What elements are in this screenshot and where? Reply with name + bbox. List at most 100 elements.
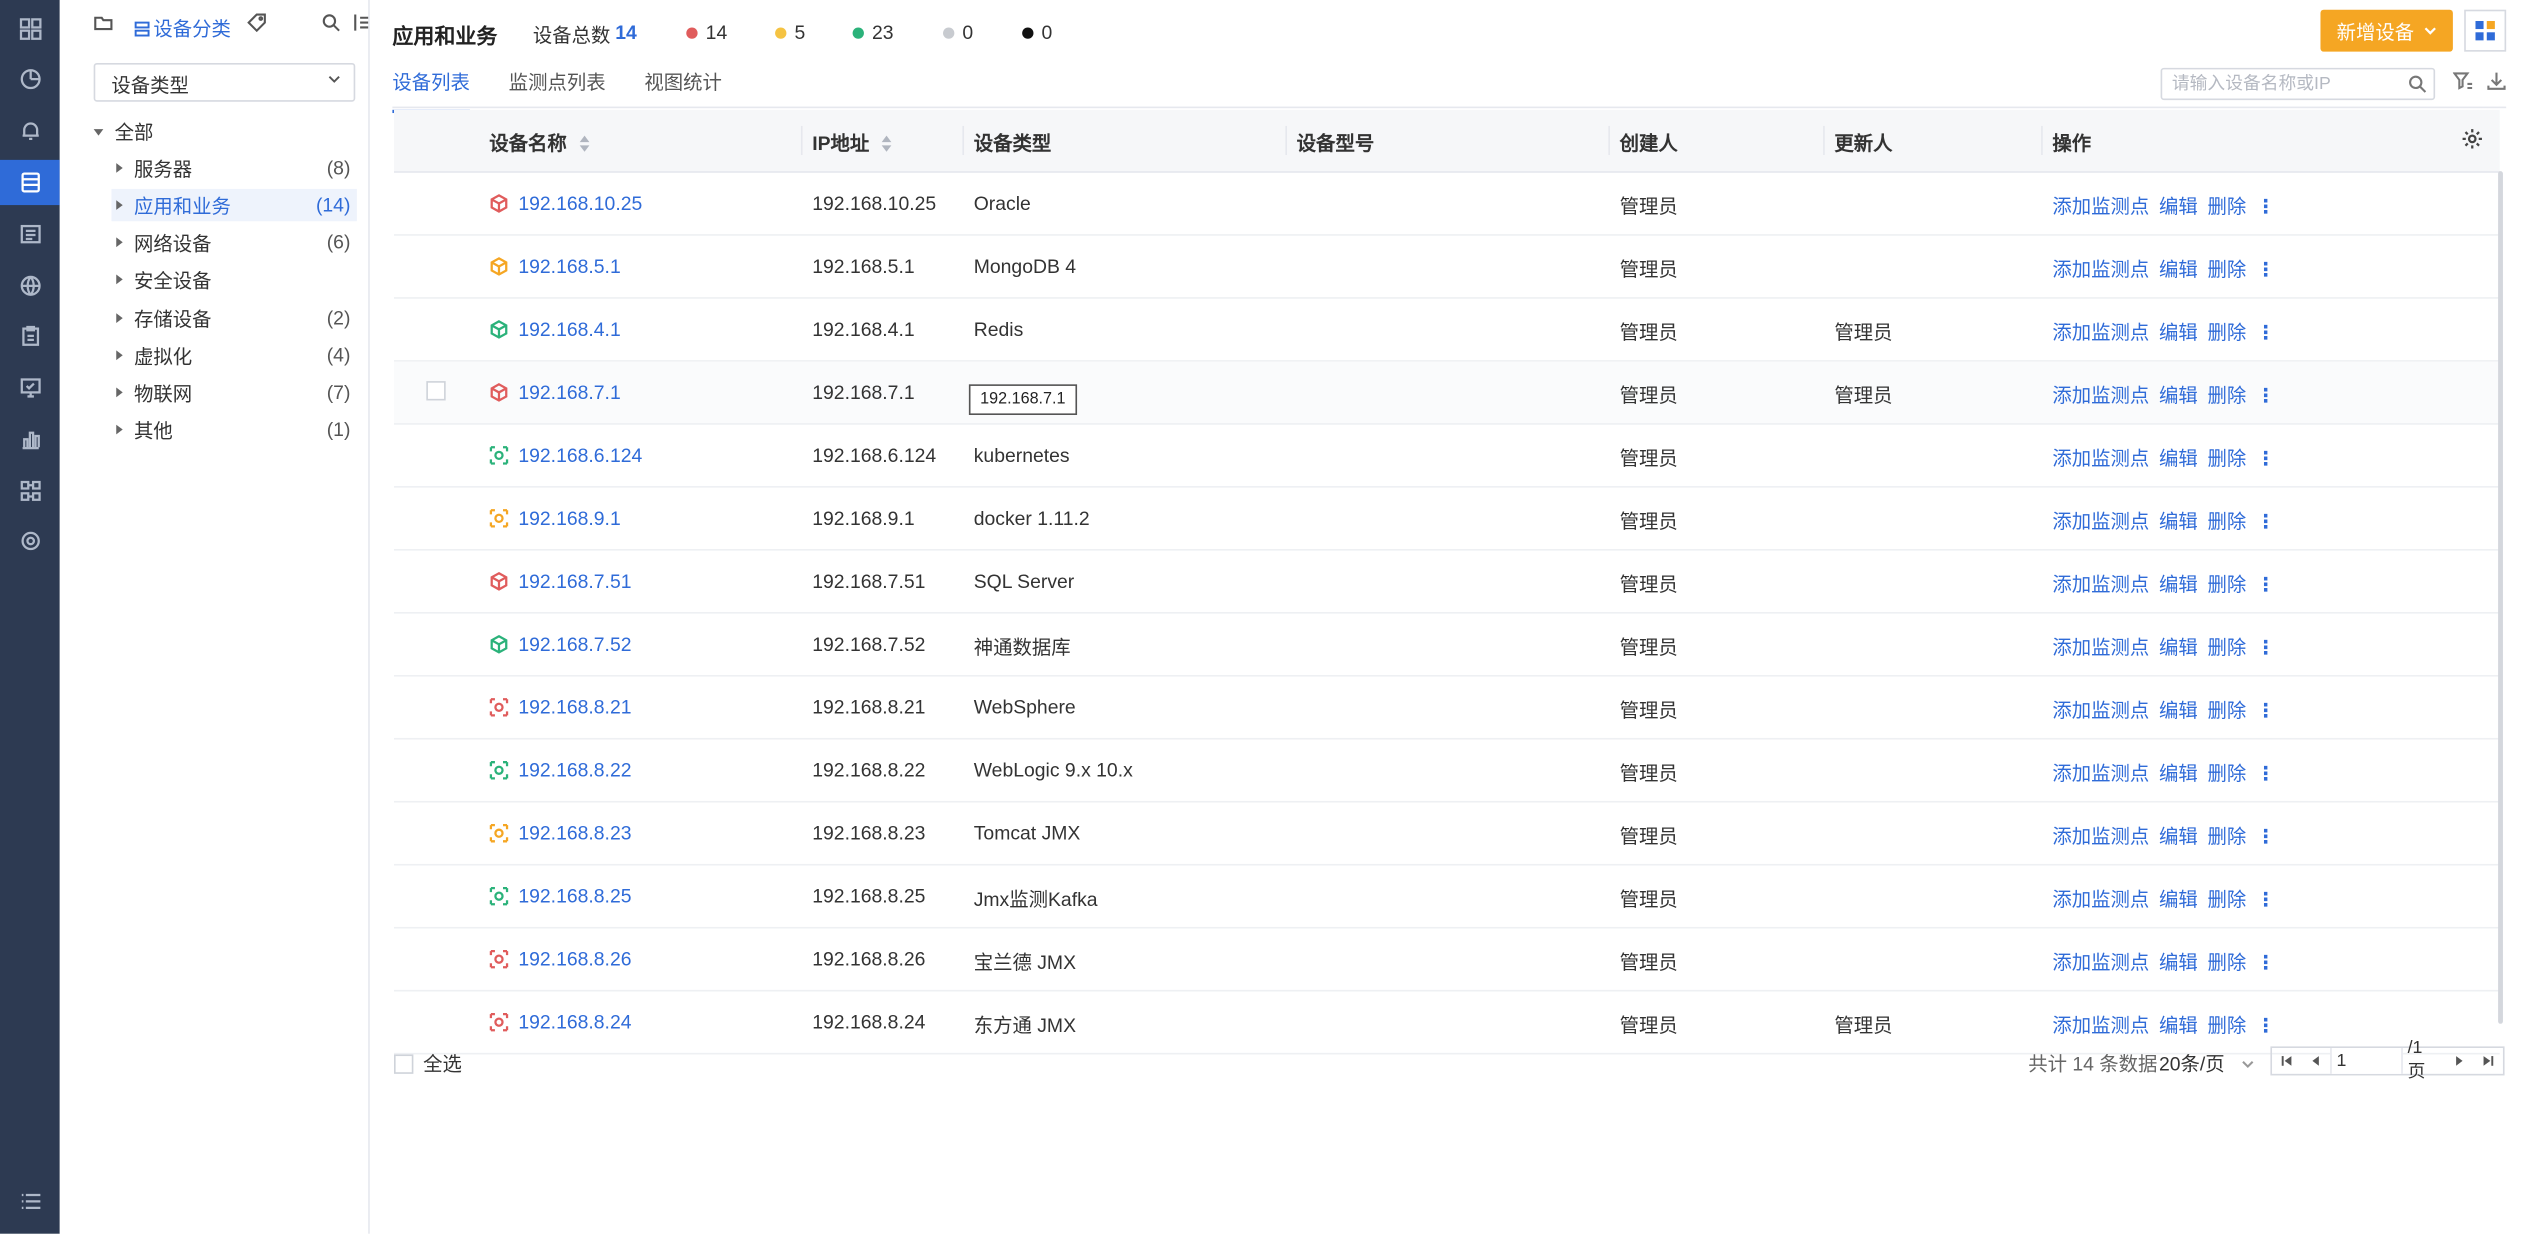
status-stat[interactable]: 5 [775, 21, 805, 44]
delete-link[interactable]: 删除 [2207, 948, 2246, 975]
sort-icon[interactable] [882, 134, 892, 151]
next-page-button[interactable] [2445, 1048, 2474, 1074]
edit-link[interactable]: 编辑 [2159, 759, 2198, 786]
device-name-cell[interactable]: 192.168.7.1 [489, 381, 621, 404]
more-options-icon[interactable]: ⋮ [2256, 635, 2275, 658]
delete-link[interactable]: 删除 [2207, 255, 2246, 282]
delete-link[interactable]: 删除 [2207, 192, 2246, 219]
device-name-link[interactable]: 192.168.6.124 [518, 444, 642, 467]
table-row[interactable]: 192.168.7.52 192.168.7.52 神通数据库 管理员 添加监测点 编辑删… [394, 614, 2500, 677]
device-name-cell[interactable]: 192.168.7.51 [489, 570, 632, 593]
add-monitor-point-link[interactable]: 添加监测点 [2052, 318, 2149, 345]
more-options-icon[interactable]: ⋮ [2256, 572, 2275, 595]
rail-clipboard-button[interactable] [0, 313, 60, 358]
table-row[interactable]: 192.168.4.1 192.168.4.1 Redis 管理员 管理员 添加监测点 编辑… [394, 299, 2500, 362]
first-page-button[interactable] [2272, 1048, 2301, 1074]
add-monitor-point-link[interactable]: 添加监测点 [2052, 633, 2149, 660]
rail-settings-button[interactable] [0, 518, 60, 563]
rail-menu-list-button[interactable] [0, 1179, 60, 1224]
table-row[interactable]: 192.168.8.22 192.168.8.22 WebLogic 9.x 10.… [394, 740, 2500, 803]
download-icon[interactable] [2487, 71, 2508, 92]
more-options-icon[interactable]: ⋮ [2256, 761, 2275, 784]
column-divider[interactable] [1823, 125, 1825, 156]
device-name-cell[interactable]: 192.168.8.21 [489, 696, 632, 719]
folder-icon[interactable] [94, 13, 117, 36]
delete-link[interactable]: 删除 [2207, 507, 2246, 534]
delete-link[interactable]: 删除 [2207, 759, 2246, 786]
more-options-icon[interactable]: ⋮ [2256, 321, 2275, 344]
more-options-icon[interactable]: ⋮ [2256, 1013, 2275, 1036]
rail-dashboard-button[interactable] [0, 6, 60, 51]
rail-bell-button[interactable] [0, 108, 60, 153]
add-monitor-point-link[interactable]: 添加监测点 [2052, 759, 2149, 786]
rail-document-button[interactable] [0, 212, 60, 257]
table-row[interactable]: 192.168.8.21 192.168.8.21 WebSphere 管理员 添加监测… [394, 677, 2500, 740]
add-monitor-point-link[interactable]: 添加监测点 [2052, 1011, 2149, 1038]
filter-icon[interactable] [2452, 71, 2474, 92]
delete-link[interactable]: 删除 [2207, 696, 2246, 723]
device-name-cell[interactable]: 192.168.8.26 [489, 948, 632, 970]
add-device-button[interactable]: 新增设备 [2320, 9, 2453, 52]
prev-page-button[interactable] [2301, 1048, 2330, 1074]
device-name-cell[interactable]: 192.168.8.25 [489, 885, 632, 908]
rail-globe-button[interactable] [0, 263, 60, 308]
add-monitor-point-link[interactable]: 添加监测点 [2052, 822, 2149, 849]
column-header[interactable]: 设备名称 [489, 129, 590, 156]
device-name-cell[interactable]: 192.168.4.1 [489, 318, 621, 341]
device-name-link[interactable]: 192.168.8.24 [518, 1011, 631, 1034]
status-stat[interactable]: 0 [1022, 21, 1052, 44]
device-name-cell[interactable]: 192.168.7.52 [489, 633, 632, 656]
add-monitor-point-link[interactable]: 添加监测点 [2052, 570, 2149, 597]
add-monitor-point-link[interactable]: 添加监测点 [2052, 444, 2149, 471]
more-options-icon[interactable]: ⋮ [2256, 824, 2275, 847]
device-name-link[interactable]: 192.168.8.25 [518, 885, 631, 908]
table-row[interactable]: 192.168.8.26 192.168.8.26 宝兰德 JMX 管理员 添加监测点编… [394, 929, 2500, 992]
add-monitor-point-link[interactable]: 添加监测点 [2052, 948, 2149, 975]
table-row[interactable]: 192.168.10.25 192.168.10.25 Oracle 管理员 添加监测点… [394, 173, 2500, 236]
edit-link[interactable]: 编辑 [2159, 444, 2198, 471]
category-type-select[interactable]: 设备类型 [93, 62, 356, 102]
tree-root-all[interactable]: 全部 [93, 118, 153, 145]
add-monitor-point-link[interactable]: 添加监测点 [2052, 381, 2149, 408]
more-options-icon[interactable]: ⋮ [2256, 698, 2275, 721]
table-row[interactable]: 192.168.6.124 192.168.6.124 kubernetes 管理员 添… [394, 425, 2500, 488]
column-divider[interactable] [2041, 125, 2043, 156]
edit-link[interactable]: 编辑 [2159, 633, 2198, 660]
device-name-cell[interactable]: 192.168.9.1 [489, 507, 621, 530]
page-size-select[interactable]: 20条/页 [2159, 1050, 2254, 1077]
page-number-input[interactable] [2330, 1048, 2403, 1074]
delete-link[interactable]: 删除 [2207, 885, 2246, 912]
tree-item[interactable]: 服务器 (8) [116, 152, 350, 184]
tree-item[interactable]: 存储设备 (2) [116, 302, 350, 334]
add-monitor-point-link[interactable]: 添加监测点 [2052, 192, 2149, 219]
delete-link[interactable]: 删除 [2207, 318, 2246, 345]
delete-link[interactable]: 删除 [2207, 381, 2246, 408]
rail-monitor-button[interactable] [0, 365, 60, 410]
device-name-cell[interactable]: 192.168.8.24 [489, 1011, 632, 1034]
table-row[interactable]: 192.168.9.1 192.168.9.1 docker 1.11.2 管理员 添加… [394, 488, 2500, 551]
table-scrollbar[interactable] [2498, 171, 2503, 1024]
edit-link[interactable]: 编辑 [2159, 885, 2198, 912]
device-name-cell[interactable]: 192.168.5.1 [489, 255, 621, 278]
add-monitor-point-link[interactable]: 添加监测点 [2052, 255, 2149, 282]
rail-topology-button[interactable] [0, 468, 60, 513]
edit-link[interactable]: 编辑 [2159, 696, 2198, 723]
device-name-link[interactable]: 192.168.7.51 [518, 570, 631, 593]
device-name-cell[interactable]: 192.168.6.124 [489, 444, 642, 467]
edit-link[interactable]: 编辑 [2159, 570, 2198, 597]
device-name-link[interactable]: 192.168.8.22 [518, 759, 631, 782]
device-name-link[interactable]: 192.168.10.25 [518, 192, 642, 215]
edit-link[interactable]: 编辑 [2159, 381, 2198, 408]
column-divider[interactable] [1608, 125, 1610, 156]
delete-link[interactable]: 删除 [2207, 444, 2246, 471]
rail-pie-chart-button[interactable] [0, 57, 60, 102]
device-name-cell[interactable]: 192.168.8.23 [489, 822, 632, 845]
more-options-icon[interactable]: ⋮ [2256, 195, 2275, 218]
more-options-icon[interactable]: ⋮ [2256, 446, 2275, 469]
more-options-icon[interactable]: ⋮ [2256, 258, 2275, 281]
table-row[interactable]: 192.168.7.51 192.168.7.51 SQL Server 管理员 添加监… [394, 551, 2500, 614]
column-divider[interactable] [1285, 125, 1287, 156]
more-options-icon[interactable]: ⋮ [2256, 887, 2275, 910]
delete-link[interactable]: 删除 [2207, 633, 2246, 660]
tree-item[interactable]: 安全设备 [116, 263, 350, 295]
